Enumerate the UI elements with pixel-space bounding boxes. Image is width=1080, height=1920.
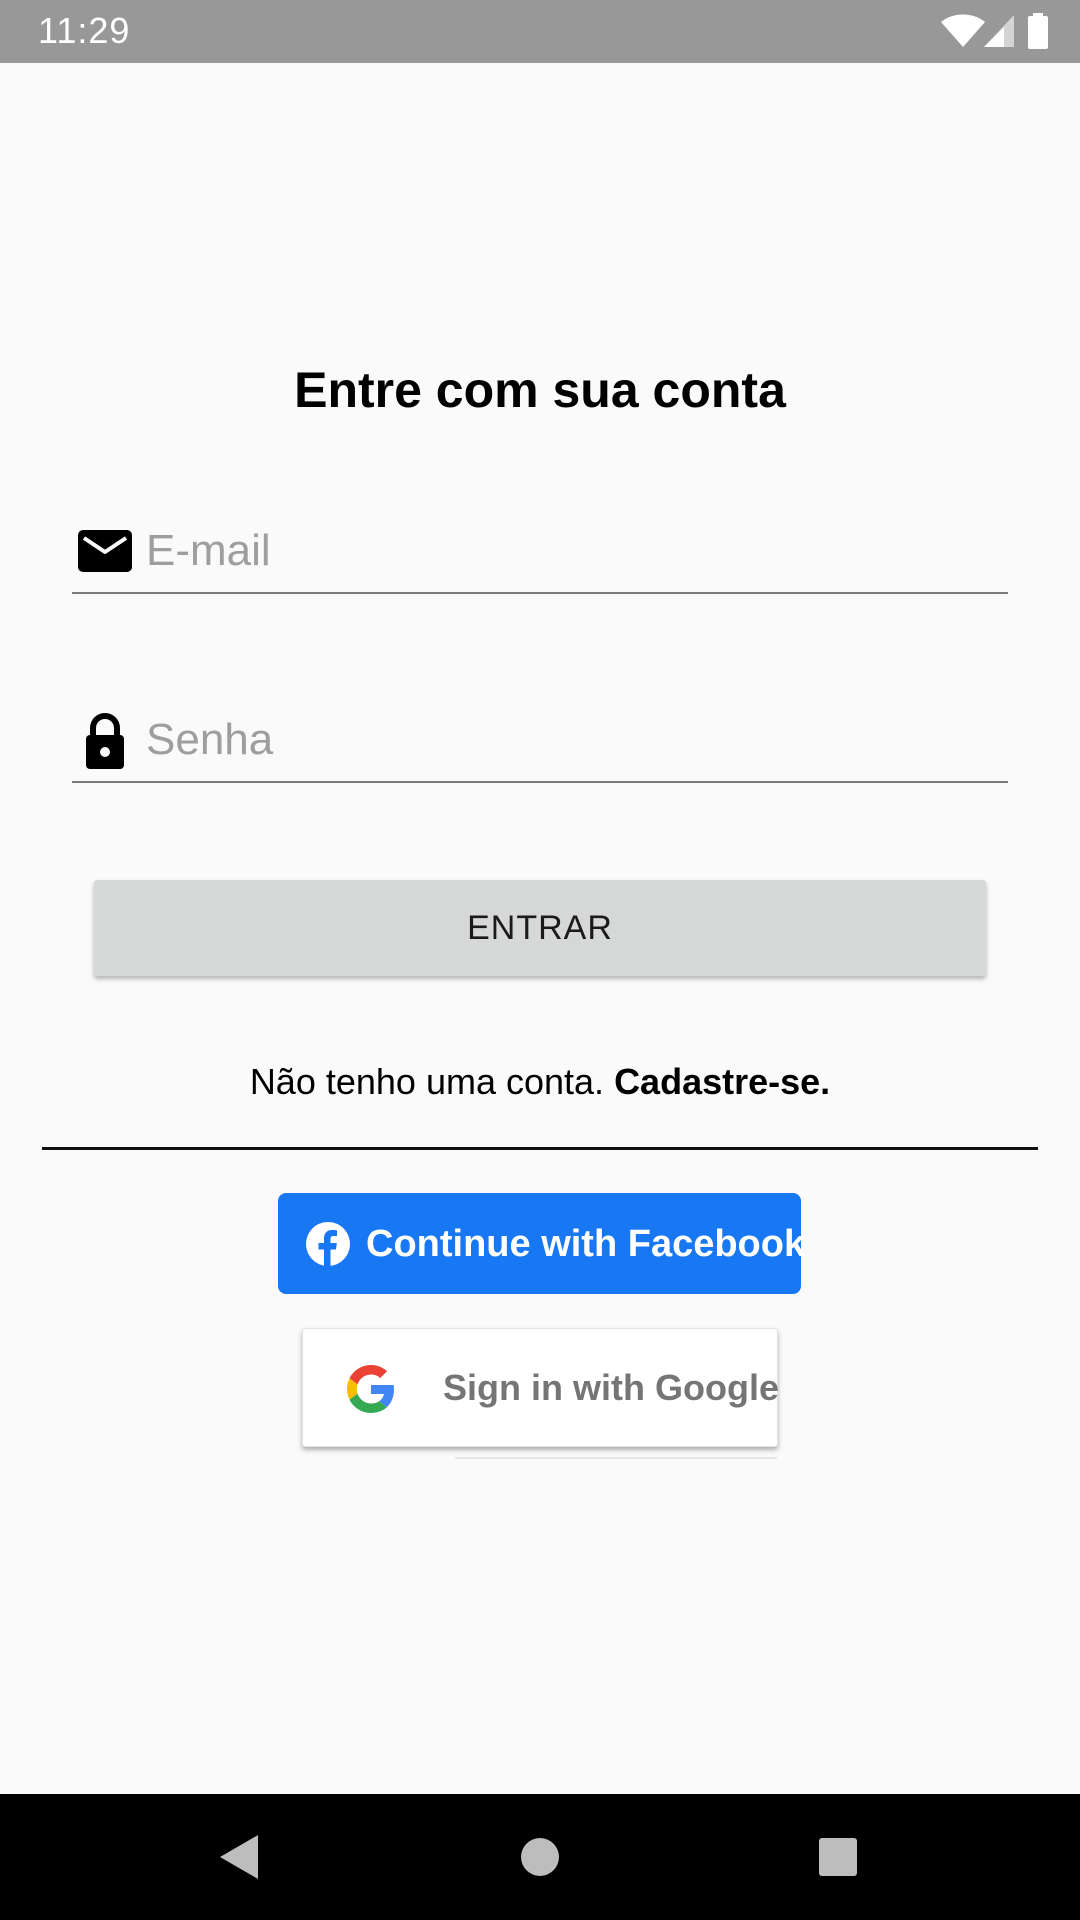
status-bar: 11:29 <box>0 0 1080 63</box>
back-icon[interactable] <box>210 1827 270 1887</box>
password-field <box>72 701 1008 783</box>
cellular-signal-icon <box>984 15 1014 47</box>
login-button[interactable]: ENTRAR <box>94 880 986 976</box>
signup-prompt-row: Não tenho uma conta. Cadastre-se. <box>0 1058 1080 1106</box>
email-input[interactable] <box>146 520 996 582</box>
google-button-underline <box>455 1457 777 1459</box>
home-icon[interactable] <box>510 1827 570 1887</box>
divider <box>42 1147 1038 1150</box>
battery-icon <box>1028 13 1048 49</box>
signup-link[interactable]: Cadastre-se. <box>614 1061 830 1102</box>
signup-prompt-text: Não tenho uma conta. <box>249 1061 605 1102</box>
mail-icon <box>78 530 132 572</box>
page-title: Entre com sua conta <box>294 362 786 418</box>
email-field <box>72 512 1008 594</box>
status-time: 11:29 <box>38 10 131 51</box>
lock-icon <box>86 713 124 769</box>
facebook-login-button[interactable]: Continue with Facebook <box>278 1193 805 1294</box>
password-input[interactable] <box>146 709 996 771</box>
wifi-icon <box>941 14 985 47</box>
recents-icon[interactable] <box>808 1827 868 1887</box>
google-button-label: Sign in with Google <box>443 1367 779 1408</box>
facebook-button-label: Continue with Facebook <box>366 1223 806 1265</box>
google-icon <box>347 1365 394 1413</box>
facebook-icon <box>306 1222 350 1266</box>
google-login-button[interactable]: Sign in with Google <box>302 1328 779 1447</box>
navigation-bar <box>0 1794 1080 1920</box>
